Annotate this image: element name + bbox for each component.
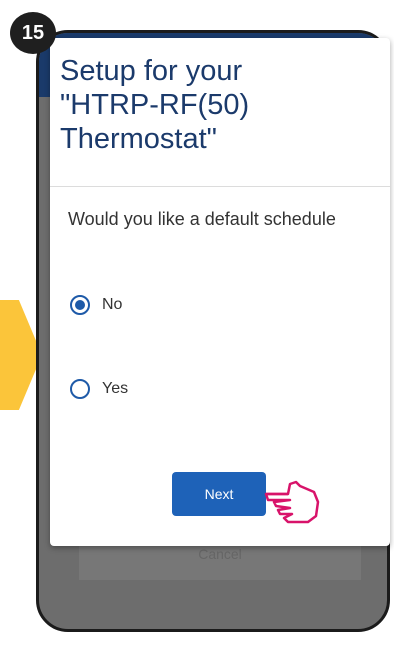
radio-button-no[interactable] bbox=[70, 295, 90, 315]
pointing-hand-icon bbox=[264, 480, 320, 524]
radio-option-yes[interactable]: Yes bbox=[70, 379, 128, 399]
radio-selected-dot bbox=[75, 300, 85, 310]
background-cancel-button: Cancel bbox=[79, 540, 361, 580]
radio-label-no: No bbox=[102, 296, 123, 313]
radio-option-no[interactable]: No bbox=[70, 295, 122, 315]
radio-label-yes: Yes bbox=[102, 380, 129, 397]
dialog-title: Setup for your "HTRP-RF(50) Thermostat" bbox=[60, 54, 360, 156]
step-number: 15 bbox=[21, 21, 45, 44]
next-button[interactable]: Next bbox=[172, 472, 266, 516]
dialog-title-line-2: "HTRP-RF(50) bbox=[60, 89, 250, 121]
dialog-title-line-1: Setup for your bbox=[60, 55, 243, 87]
dialog-divider bbox=[50, 186, 390, 187]
dialog-title-line-3: Thermostat" bbox=[60, 123, 217, 155]
radio-button-yes[interactable] bbox=[70, 379, 90, 399]
step-badge: 15 bbox=[10, 12, 56, 54]
setup-dialog: Setup for your "HTRP-RF(50) Thermostat" … bbox=[50, 38, 390, 546]
schedule-question: Would you like a default schedule bbox=[68, 209, 336, 229]
background-cancel-label: Cancel bbox=[198, 546, 242, 562]
